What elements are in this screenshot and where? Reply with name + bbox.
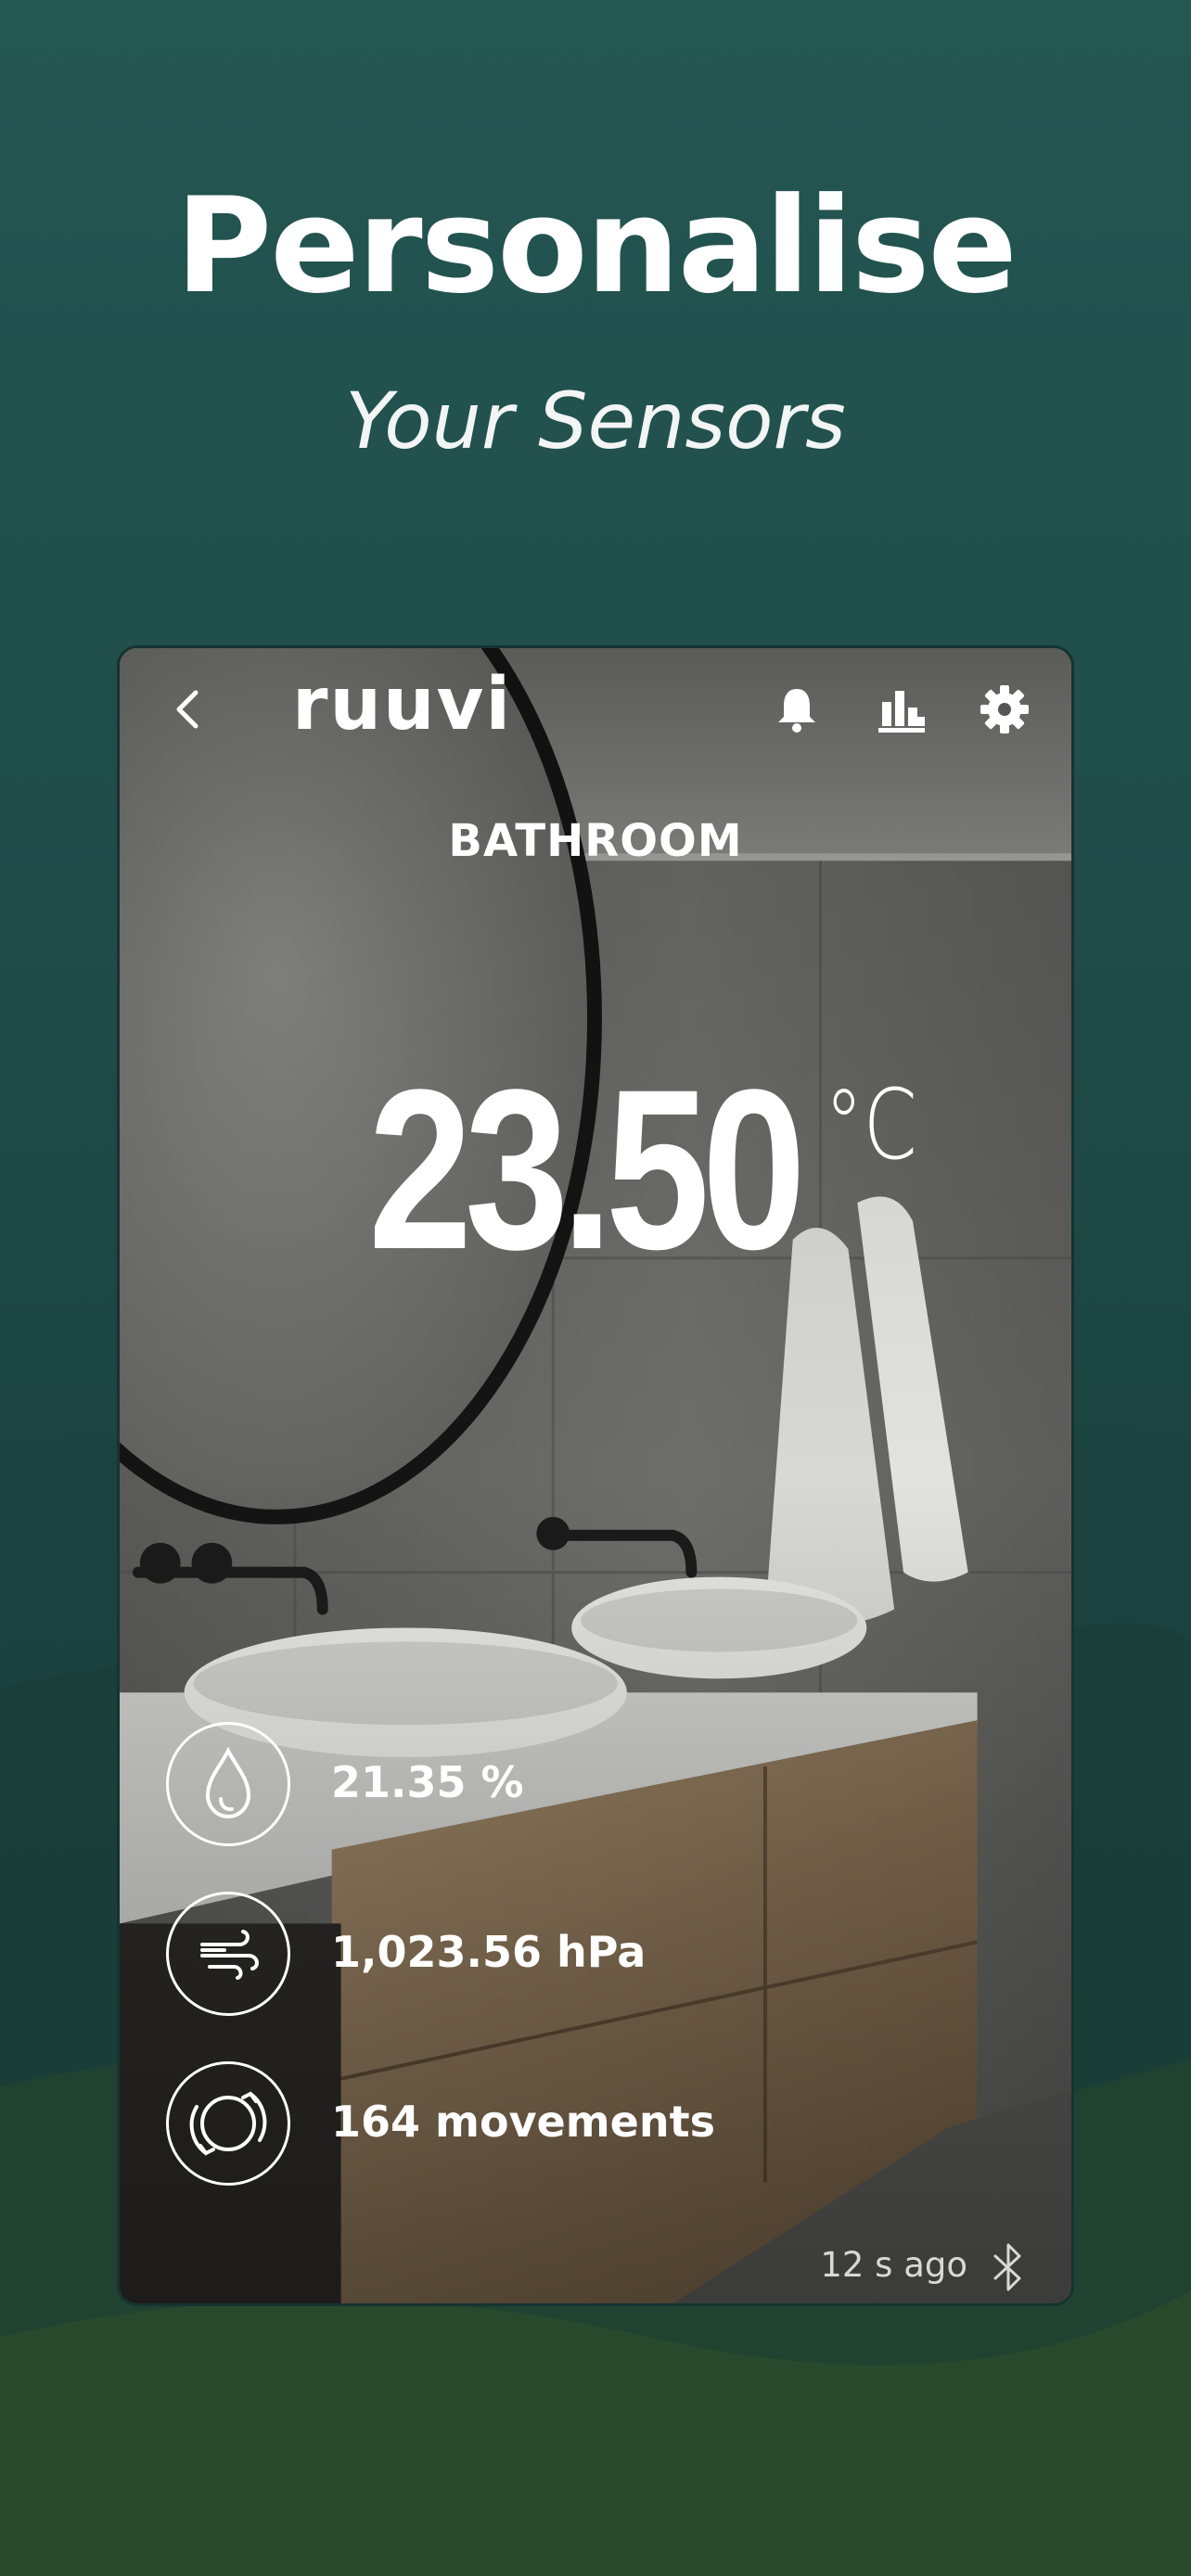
promo-headline: Personalise (175, 170, 1018, 323)
humidity-row: 21.35 % (166, 1722, 1001, 1852)
gear-icon[interactable] (977, 682, 1032, 737)
temperature-value: 23.50 (368, 1042, 806, 1297)
movements-icon-badge (166, 2061, 290, 2186)
movements-row: 164 movements (166, 2061, 1001, 2191)
bar-chart-icon[interactable] (873, 682, 928, 737)
pressure-row: 1,023.56 hPa (166, 1892, 1001, 2021)
humidity-value: 21.35 % (331, 1757, 524, 1807)
bluetooth-icon (993, 2243, 1021, 2291)
sensor-name[interactable]: BATHROOM (120, 815, 1071, 867)
water-drop-icon (205, 1746, 251, 1819)
movements-value: 164 movements (331, 2097, 715, 2147)
sensor-background-image (120, 648, 1071, 2303)
last-updated-label: 12 s ago (820, 2245, 967, 2285)
pressure-value: 1,023.56 hPa (331, 1927, 647, 1977)
app-screen: ruuvi BATHROOM 23.50 °C 21.35 % 1,023.56… (117, 645, 1074, 2306)
chevron-left-icon[interactable] (160, 682, 216, 737)
pressure-icon-badge (166, 1892, 290, 2016)
wind-icon (200, 1930, 259, 1980)
ruuvi-logo: ruuvi (292, 663, 513, 746)
humidity-icon-badge (166, 1722, 290, 1846)
promo-subheadline: Your Sensors (345, 376, 846, 466)
movement-rotation-icon (189, 2091, 267, 2156)
bell-icon[interactable] (769, 682, 825, 737)
temperature-unit: °C (825, 1068, 917, 1181)
